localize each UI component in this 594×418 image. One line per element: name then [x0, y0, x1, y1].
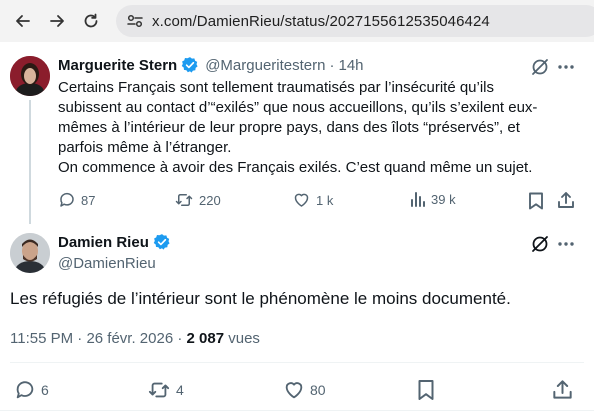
divider — [10, 362, 584, 363]
repost-icon — [148, 382, 170, 398]
site-settings-icon[interactable] — [126, 13, 144, 29]
reply-icon — [16, 381, 34, 399]
like-count: 80 — [310, 382, 326, 398]
author-handle[interactable]: @Margueritestern — [205, 57, 325, 74]
thread-connector — [29, 100, 31, 224]
back-button[interactable] — [10, 8, 36, 34]
repost-count: 4 — [176, 382, 184, 398]
reply-icon — [60, 192, 74, 207]
forward-button[interactable] — [44, 8, 70, 34]
tweet-text-line: parfois même à l’étranger. — [58, 139, 232, 156]
analytics-icon — [411, 192, 425, 207]
tweet-text-line: mêmes à l’intérieur de leur propre pays,… — [58, 119, 520, 136]
tweet-date[interactable]: 26 févr. 2026 — [86, 330, 173, 347]
like-count: 1 k — [316, 192, 334, 208]
parent-tweet-text: Certains Français sont tellement traumat… — [58, 78, 558, 178]
tweet-metadata: 11:55 PM · 26 févr. 2026 · 2 087 vues — [10, 330, 260, 347]
reload-icon — [84, 13, 98, 28]
timestamp[interactable]: 14h — [338, 57, 363, 74]
repost-count: 220 — [199, 192, 221, 208]
main-tweet-header: Damien Rieu — [58, 233, 171, 251]
author-name[interactable]: Marguerite Stern — [58, 57, 177, 74]
reload-button[interactable] — [78, 8, 104, 34]
author-name[interactable]: Damien Rieu — [58, 234, 149, 251]
repost-button[interactable]: 220 — [174, 191, 221, 209]
url-text[interactable]: x.com/DamienRieu/status/2027155612535046… — [152, 13, 490, 30]
avatar[interactable] — [10, 233, 50, 273]
more-options-icon[interactable] — [557, 58, 575, 76]
divider — [0, 410, 594, 411]
bookmark-icon[interactable] — [528, 192, 544, 210]
parent-tweet-header: Marguerite Stern @Margueritestern · 14h — [58, 56, 364, 74]
reply-button[interactable]: 6 — [14, 379, 49, 401]
tweet-text-line: subissent au contact d’“exilés” que nous… — [58, 99, 538, 116]
reply-count: 87 — [81, 192, 96, 208]
main-tweet-text: Les réfugiés de l’intérieur sont le phén… — [10, 289, 511, 308]
repost-icon — [175, 194, 193, 206]
author-handle[interactable]: @DamienRieu — [58, 255, 156, 272]
reply-button[interactable]: 87 — [58, 191, 95, 209]
grok-icon[interactable] — [530, 57, 550, 77]
browser-toolbar: x.com/DamienRieu/status/2027155612535046… — [0, 0, 594, 42]
verified-badge-icon — [153, 234, 170, 250]
like-button[interactable]: 80 — [283, 379, 326, 401]
grok-icon[interactable] — [530, 234, 550, 254]
tweet-time[interactable]: 11:55 PM — [10, 330, 73, 347]
views-count: 39 k — [431, 191, 456, 207]
tweet-text-line: Certains Français sont tellement traumat… — [58, 79, 495, 96]
like-button[interactable]: 1 k — [292, 191, 333, 209]
views-button[interactable]: 39 k — [410, 191, 456, 207]
avatar-image — [10, 233, 50, 273]
tweet-text-line: On commence à avoir des Français exilés.… — [58, 159, 533, 176]
share-icon[interactable] — [552, 379, 573, 400]
heart-icon — [285, 382, 303, 399]
views-count: 2 087 — [186, 330, 225, 347]
avatar[interactable] — [10, 56, 50, 96]
arrow-right-icon — [50, 15, 64, 27]
address-bar[interactable]: x.com/DamienRieu/status/2027155612535046… — [116, 5, 594, 37]
heart-icon — [294, 193, 309, 207]
avatar-image — [10, 56, 50, 96]
separator: · — [77, 330, 83, 347]
reply-count: 6 — [41, 382, 49, 398]
separator: · — [177, 330, 183, 347]
views-label: vues — [228, 330, 260, 347]
repost-button[interactable]: 4 — [147, 379, 184, 401]
separator: · — [329, 56, 335, 74]
share-icon[interactable] — [557, 191, 575, 209]
verified-badge-icon — [181, 57, 198, 73]
more-options-icon[interactable] — [557, 235, 575, 253]
bookmark-icon[interactable] — [417, 379, 435, 401]
arrow-left-icon — [16, 15, 30, 27]
